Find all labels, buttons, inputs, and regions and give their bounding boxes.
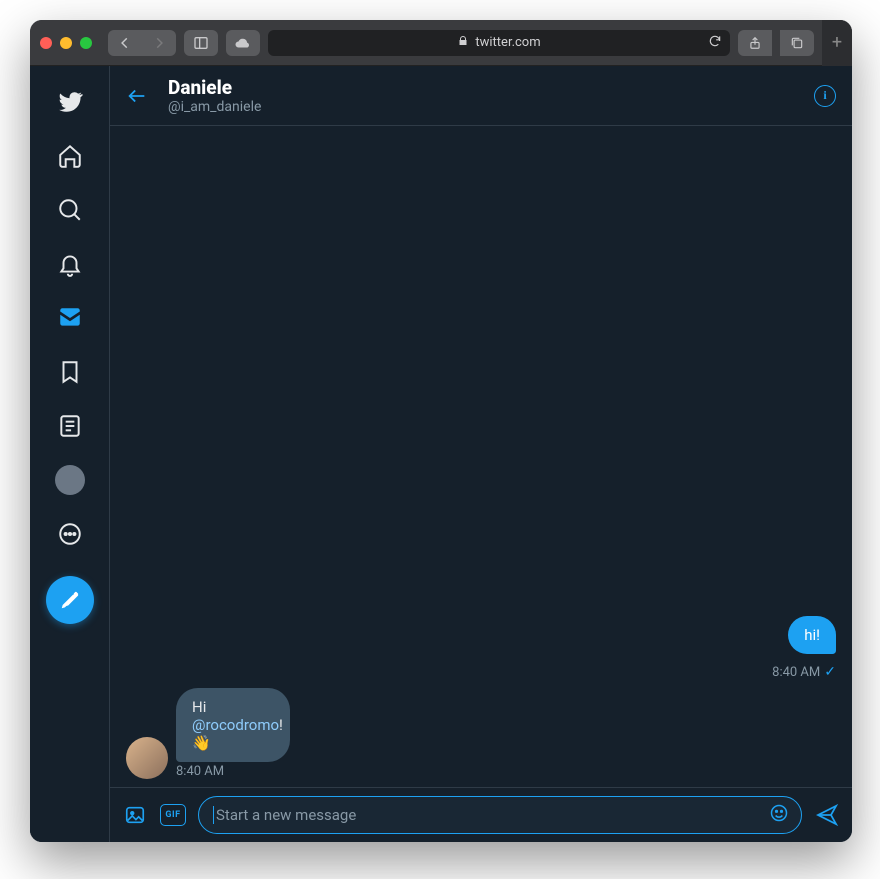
- home-nav[interactable]: [46, 132, 94, 180]
- message-meta: 8:40 AM ✓: [772, 664, 836, 680]
- message-bubble[interactable]: hi!: [788, 616, 836, 654]
- message-input-placeholder: Start a new message: [216, 806, 356, 824]
- add-gif-button[interactable]: GIF: [160, 804, 186, 826]
- message-outgoing: hi! 8:40 AM ✓: [126, 616, 836, 680]
- close-window-button[interactable]: [40, 37, 52, 49]
- delivered-check-icon: ✓: [824, 664, 836, 680]
- dm-title: Daniele: [168, 76, 794, 99]
- message-bubble[interactable]: Hi @rocodromo! 👋: [176, 688, 290, 762]
- app-content: Daniele @i_am_daniele i hi! 8:40 AM ✓: [30, 66, 852, 842]
- dm-panel: Daniele @i_am_daniele i hi! 8:40 AM ✓: [110, 66, 852, 842]
- sidebar-nav: [30, 66, 110, 842]
- browser-titlebar: twitter.com +: [30, 20, 852, 66]
- message-meta: 8:40 AM: [176, 764, 224, 779]
- message-time: 8:40 AM: [772, 665, 820, 680]
- message-input[interactable]: Start a new message: [198, 796, 802, 834]
- explore-nav[interactable]: [46, 186, 94, 234]
- send-message-button[interactable]: [814, 802, 840, 828]
- url-text: twitter.com: [475, 35, 540, 50]
- window-controls: [40, 37, 92, 49]
- minimize-window-button[interactable]: [60, 37, 72, 49]
- reload-icon[interactable]: [708, 34, 722, 52]
- dm-handle: @i_am_daniele: [168, 99, 794, 115]
- tabs-overview-button[interactable]: [780, 30, 814, 56]
- conversation-scroll[interactable]: hi! 8:40 AM ✓ Hi @rocodromo! 👋 8:40 A: [110, 126, 852, 787]
- gif-label: GIF: [165, 810, 180, 820]
- dm-title-block[interactable]: Daniele @i_am_daniele: [168, 76, 794, 115]
- new-tab-button[interactable]: +: [822, 20, 852, 66]
- browser-right-controls: [738, 30, 814, 56]
- avatar-icon: [55, 465, 85, 495]
- compose-tweet-button[interactable]: [46, 576, 94, 624]
- back-arrow-icon[interactable]: [126, 85, 148, 107]
- emoji-picker-button[interactable]: [769, 803, 789, 827]
- sender-avatar[interactable]: [126, 737, 168, 779]
- text-caret: [213, 806, 214, 824]
- browser-window: twitter.com +: [30, 20, 852, 842]
- twitter-logo[interactable]: [46, 78, 94, 126]
- more-nav[interactable]: [46, 510, 94, 558]
- notifications-nav[interactable]: [46, 240, 94, 288]
- profile-nav[interactable]: [46, 456, 94, 504]
- browser-back-button[interactable]: [108, 30, 142, 56]
- message-text-prefix: Hi: [192, 698, 206, 716]
- show-sidebar-button[interactable]: [184, 30, 218, 56]
- lists-nav[interactable]: [46, 402, 94, 450]
- share-button[interactable]: [738, 30, 772, 56]
- nav-back-forward: [108, 30, 176, 56]
- dm-header: Daniele @i_am_daniele i: [110, 66, 852, 126]
- messages-nav[interactable]: [46, 294, 94, 342]
- message-time: 8:40 AM: [176, 764, 224, 779]
- bookmarks-nav[interactable]: [46, 348, 94, 396]
- browser-forward-button[interactable]: [142, 30, 176, 56]
- message-incoming: Hi @rocodromo! 👋 8:40 AM: [126, 688, 836, 779]
- cloud-tabs-button[interactable]: [226, 30, 260, 56]
- conversation-info-button[interactable]: i: [814, 85, 836, 107]
- zoom-window-button[interactable]: [80, 37, 92, 49]
- add-image-button[interactable]: [122, 802, 148, 828]
- lock-icon: [457, 35, 469, 50]
- message-composer: GIF Start a new message: [110, 787, 852, 842]
- address-bar[interactable]: twitter.com: [268, 30, 730, 56]
- mention-link[interactable]: @rocodromo: [192, 716, 279, 734]
